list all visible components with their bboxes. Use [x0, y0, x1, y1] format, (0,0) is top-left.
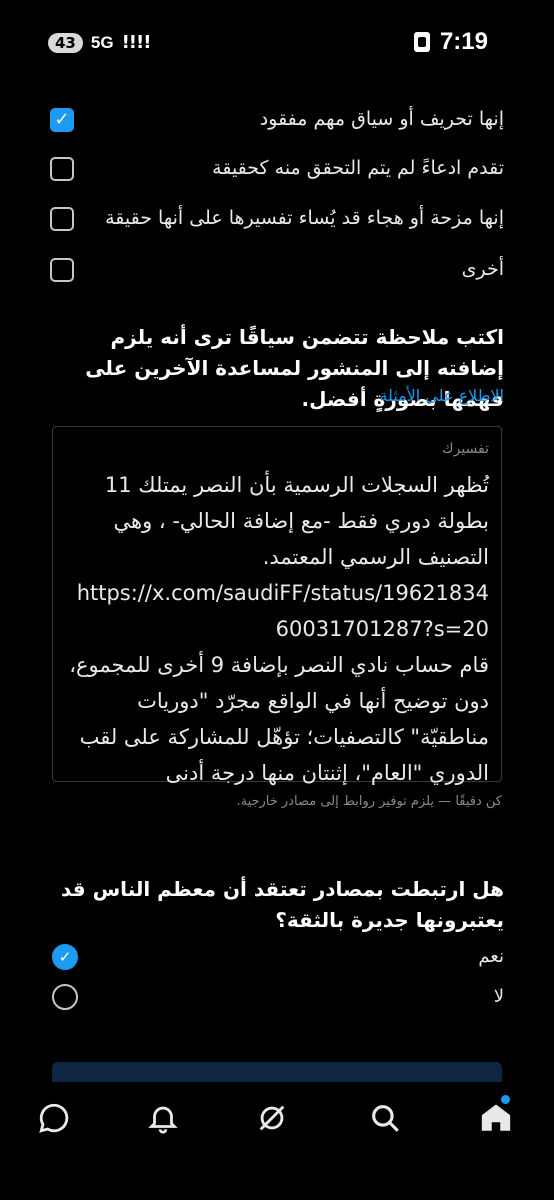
option-unverified-claim[interactable]: تقدم ادعاءً لم يتم التحقق منه كحقيقة	[50, 157, 504, 187]
nav-grok[interactable]	[252, 1098, 292, 1138]
notification-badge: 43	[48, 32, 83, 53]
nav-home[interactable]	[476, 1095, 516, 1138]
option-misleading[interactable]: ✓ إنها تحريف أو سياق مهم مفقود	[50, 108, 504, 138]
helper-text: كن دقيقًا — يلزم توفير روابط إلى مصادر خ…	[236, 794, 502, 809]
sim-icon	[413, 32, 430, 52]
answer-no[interactable]: لا	[50, 984, 504, 1014]
network-type: 5G	[90, 32, 114, 52]
option-satire[interactable]: إنها مزحة أو هجاء قد يُساء تفسيرها على أ…	[50, 207, 504, 237]
option-label: أخرى	[461, 258, 504, 280]
bottom-nav	[0, 1082, 554, 1154]
note-textarea[interactable]: تفسيرك تُظهر السجلات الرسمية بأن النصر ي…	[52, 426, 502, 785]
nav-notifications[interactable]	[143, 1098, 183, 1138]
sources-question: هل ارتبطت بمصادر تعتقد أن معظم الناس قد …	[60, 877, 504, 932]
radio-icon[interactable]	[52, 984, 78, 1010]
unread-dot	[501, 1095, 510, 1104]
chat-icon	[39, 1103, 69, 1133]
answer-yes[interactable]: ✓ نعم	[50, 944, 504, 974]
bell-icon	[148, 1106, 178, 1134]
checkbox-icon[interactable]	[50, 258, 74, 282]
signal-icon: !!!!	[121, 32, 152, 53]
checkbox-icon[interactable]	[50, 157, 74, 181]
status-right: 7:19	[413, 28, 488, 56]
note-url: https://x.com/saudiFF/status/19621834600…	[76, 581, 489, 641]
nav-search[interactable]	[365, 1098, 405, 1138]
textarea-label: تفسيرك	[442, 441, 489, 457]
radio-selected-icon[interactable]: ✓	[52, 944, 78, 970]
checkbox-icon[interactable]	[50, 207, 74, 231]
search-icon	[372, 1105, 399, 1132]
option-label: إنها تحريف أو سياق مهم مفقود	[259, 108, 504, 130]
option-other[interactable]: أخرى	[50, 258, 504, 288]
see-examples-link[interactable]: الاطلاع على الأمثلة	[379, 386, 504, 405]
clock: 7:19	[439, 28, 488, 55]
answer-label: لا	[493, 986, 504, 1007]
note-text[interactable]: تُظهر السجلات الرسمية بأن النصر يمتلك 11…	[65, 467, 489, 791]
status-left: 43 5G !!!!	[48, 32, 152, 53]
checkbox-checked-icon[interactable]: ✓	[50, 108, 74, 132]
note-text-part2: قام حساب نادي النصر بإضافة 9 أخرى للمجمو…	[69, 653, 489, 785]
answer-label: نعم	[478, 946, 504, 967]
home-icon	[481, 1104, 511, 1131]
option-label: تقدم ادعاءً لم يتم التحقق منه كحقيقة	[212, 157, 504, 179]
note-text-part1: تُظهر السجلات الرسمية بأن النصر يمتلك 11…	[104, 473, 489, 569]
status-bar: 43 5G !!!! 7:19	[0, 0, 554, 84]
submit-button[interactable]	[52, 1062, 502, 1082]
nav-messages[interactable]	[34, 1098, 74, 1138]
option-label: إنها مزحة أو هجاء قد يُساء تفسيرها على أ…	[105, 207, 504, 229]
grok-icon	[259, 1105, 285, 1131]
